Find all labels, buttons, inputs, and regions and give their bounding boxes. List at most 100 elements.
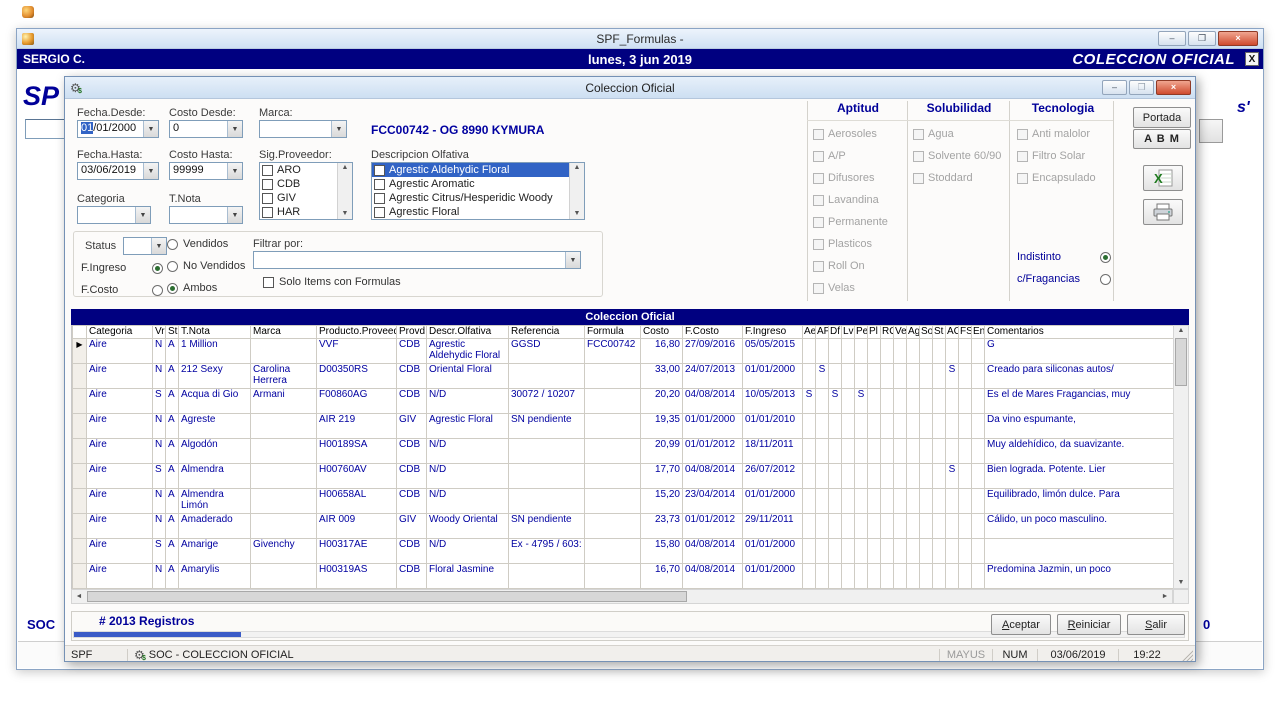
cell[interactable]: Aire xyxy=(87,339,153,364)
cell[interactable] xyxy=(946,439,959,464)
cell[interactable] xyxy=(894,389,907,414)
cell[interactable] xyxy=(868,339,881,364)
cell[interactable] xyxy=(585,464,641,489)
cell[interactable] xyxy=(881,339,894,364)
cell[interactable] xyxy=(816,414,829,439)
cell[interactable]: Creado para siliconas autos/ xyxy=(985,364,1174,389)
dropdown-arrow-icon[interactable]: ▼ xyxy=(331,121,346,137)
cell[interactable] xyxy=(907,364,920,389)
window-titlebar[interactable]: SPF_Formulas - – ❐ × xyxy=(17,29,1263,49)
column-header[interactable]: En xyxy=(972,326,985,339)
column-header[interactable]: Provd. xyxy=(397,326,427,339)
minimize-button[interactable]: – xyxy=(1158,31,1186,46)
cell[interactable]: Equilibrado, limón dulce. Para xyxy=(985,489,1174,514)
column-header[interactable]: Descr.Olfativa xyxy=(427,326,509,339)
cell[interactable] xyxy=(855,439,868,464)
cell[interactable]: 15,20 xyxy=(641,489,683,514)
cell[interactable]: Agreste xyxy=(179,414,251,439)
cell[interactable]: N xyxy=(153,514,166,539)
cell[interactable] xyxy=(920,364,933,389)
cell[interactable]: A xyxy=(166,464,179,489)
cell[interactable]: 04/08/2014 xyxy=(683,564,743,589)
cell[interactable]: Algodón xyxy=(179,439,251,464)
cell[interactable]: 01/01/2000 xyxy=(743,489,803,514)
dialog-minimize-button[interactable]: – xyxy=(1102,80,1127,95)
cell[interactable] xyxy=(907,339,920,364)
column-header[interactable]: F.Ingreso xyxy=(743,326,803,339)
scrollbar-thumb[interactable] xyxy=(87,591,687,602)
descripcion-olfativa-list[interactable]: Agrestic Aldehydic FloralAgrestic Aromat… xyxy=(371,162,585,220)
cell[interactable] xyxy=(816,464,829,489)
cell[interactable] xyxy=(920,414,933,439)
dropdown-arrow-icon[interactable]: ▼ xyxy=(135,207,150,223)
cell[interactable]: 18/11/2011 xyxy=(743,439,803,464)
cell[interactable]: CDB xyxy=(397,389,427,414)
column-header[interactable]: Costo xyxy=(641,326,683,339)
cell[interactable]: N/D xyxy=(427,489,509,514)
cell[interactable]: Oriental Floral xyxy=(427,364,509,389)
column-header[interactable]: Vr xyxy=(153,326,166,339)
cell[interactable] xyxy=(868,439,881,464)
radio-f-ingreso[interactable]: F.Ingreso xyxy=(81,262,163,274)
cell[interactable]: Agrestic Aldehydic Floral xyxy=(427,339,509,364)
cell[interactable] xyxy=(829,489,842,514)
cell[interactable] xyxy=(816,389,829,414)
column-header[interactable]: RO xyxy=(881,326,894,339)
cell[interactable]: 23,73 xyxy=(641,514,683,539)
abm-button[interactable]: A B M xyxy=(1133,129,1191,149)
cell[interactable]: S xyxy=(816,364,829,389)
categoria-combo[interactable]: ▼ xyxy=(77,206,151,224)
cell[interactable]: H00658AL xyxy=(317,489,397,514)
dropdown-arrow-icon[interactable]: ▼ xyxy=(143,163,158,179)
cell[interactable]: Woody Oriental xyxy=(427,514,509,539)
cell[interactable]: 16,70 xyxy=(641,564,683,589)
cell[interactable]: N xyxy=(153,414,166,439)
cell[interactable] xyxy=(972,339,985,364)
cell[interactable] xyxy=(803,464,816,489)
cell[interactable]: A xyxy=(166,564,179,589)
cell[interactable] xyxy=(959,464,972,489)
cell[interactable] xyxy=(509,464,585,489)
cell[interactable]: 01/01/2000 xyxy=(683,414,743,439)
cell[interactable] xyxy=(894,489,907,514)
marca-combo[interactable]: ▼ xyxy=(259,120,347,138)
cell[interactable] xyxy=(933,539,946,564)
list-item[interactable]: GIV xyxy=(260,191,337,205)
table-row[interactable]: AireNAAlgodónH00189SACDBN/D20,9901/01/20… xyxy=(73,439,1174,464)
cell[interactable]: S xyxy=(829,389,842,414)
cell[interactable] xyxy=(251,439,317,464)
cell[interactable] xyxy=(907,514,920,539)
cell[interactable] xyxy=(251,339,317,364)
cell[interactable] xyxy=(855,539,868,564)
cell[interactable]: AIR 009 xyxy=(317,514,397,539)
radio-ambos[interactable]: Ambos xyxy=(167,282,217,294)
row-selector[interactable] xyxy=(73,514,87,539)
attribute-checkbox[interactable]: Plasticos xyxy=(811,233,905,255)
cell[interactable]: 10/05/2013 xyxy=(743,389,803,414)
cell[interactable]: S xyxy=(153,389,166,414)
print-button[interactable] xyxy=(1143,199,1183,225)
cell[interactable]: Es el de Mares Fragancias, muy xyxy=(985,389,1174,414)
cell[interactable] xyxy=(803,514,816,539)
list-item[interactable]: Agrestic Citrus/Hesperidic Woody xyxy=(372,191,569,205)
cell[interactable] xyxy=(509,364,585,389)
radio-no-vendidos[interactable]: No Vendidos xyxy=(167,260,245,272)
salir-button[interactable]: Salir xyxy=(1127,614,1185,635)
table-row[interactable]: ▶AireNA1 MillionVVFCDBAgrestic Aldehydic… xyxy=(73,339,1174,364)
cell[interactable]: A xyxy=(166,514,179,539)
cell[interactable] xyxy=(933,464,946,489)
column-header[interactable]: Pe xyxy=(855,326,868,339)
cell[interactable]: Aire xyxy=(87,464,153,489)
cell[interactable] xyxy=(894,364,907,389)
cell[interactable] xyxy=(881,464,894,489)
cell[interactable]: N xyxy=(153,439,166,464)
cell[interactable] xyxy=(959,564,972,589)
cell[interactable]: A xyxy=(166,339,179,364)
cell[interactable] xyxy=(972,564,985,589)
cell[interactable] xyxy=(881,564,894,589)
table-row[interactable]: AireNAAmarylisH00319ASCDBFloral Jasmine1… xyxy=(73,564,1174,589)
cell[interactable] xyxy=(920,489,933,514)
cell[interactable] xyxy=(842,464,855,489)
column-header[interactable]: Ag xyxy=(907,326,920,339)
cell[interactable]: 01/01/2000 xyxy=(743,539,803,564)
